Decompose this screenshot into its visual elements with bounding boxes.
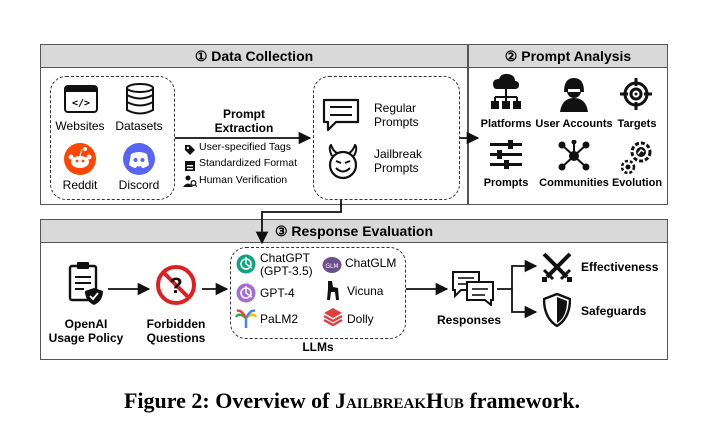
responses-chat-icon	[451, 270, 495, 311]
source-discord-label: Discord	[118, 178, 160, 192]
step-verification-label: Human Verification	[199, 174, 288, 186]
reddit-icon	[63, 142, 97, 181]
discord-icon	[122, 142, 156, 181]
step-format-label: Standardized Format	[199, 157, 298, 169]
analysis-user-accounts-label: User Accounts	[535, 118, 613, 130]
outcome-effectiveness-label: Effectiveness	[581, 260, 659, 274]
prompts-sliders-icon	[490, 140, 522, 175]
extraction-title-line2: Extraction	[214, 121, 274, 135]
response-evaluation-title: ③ Response Evaluation	[41, 220, 667, 243]
svg-text:GLM: GLM	[325, 263, 338, 270]
devil-icon	[326, 143, 360, 185]
caption-suffix: framework.	[463, 388, 581, 413]
analysis-platforms-label: Platforms	[480, 118, 532, 130]
caption-framework-name: JailbreakHub	[334, 388, 464, 413]
source-websites-label: Websites	[55, 119, 105, 133]
forbidden-questions-line1: Forbidden	[146, 317, 206, 331]
llm-chatglm-label: ChatGLM	[345, 256, 397, 270]
speech-bubble-icon	[322, 98, 360, 137]
step-tags-label: User-specified Tags	[199, 141, 292, 153]
llm-dolly-label: Dolly	[347, 312, 374, 326]
figure-caption: Figure 2: Overview of JailbreakHub frame…	[0, 388, 704, 414]
forbidden-question-icon: ?	[155, 264, 197, 311]
dolly-icon	[323, 307, 343, 332]
target-icon	[620, 78, 652, 115]
chatgpt-icon	[236, 254, 256, 279]
regular-prompts-line1: Regular	[374, 101, 417, 115]
crossed-swords-icon	[541, 251, 573, 288]
usage-policy-icon	[68, 262, 104, 311]
analysis-prompts-label: Prompts	[483, 177, 529, 189]
outcome-safeguards-label: Safeguards	[581, 304, 647, 318]
prompt-analysis-title: ② Prompt Analysis	[469, 45, 667, 68]
source-reddit-label: Reddit	[62, 178, 98, 192]
palm2-icon	[234, 308, 258, 335]
human-verification-icon	[183, 175, 198, 193]
responses-label: Responses	[436, 313, 502, 327]
user-accounts-icon	[558, 76, 590, 117]
svg-text:</>: </>	[72, 98, 90, 109]
llm-chatgpt-line1: ChatGPT	[260, 251, 311, 265]
analysis-communities-label: Communities	[539, 177, 609, 189]
analysis-targets-label: Targets	[617, 118, 657, 130]
llm-palm2-label: PaLM2	[260, 312, 299, 326]
shield-icon	[542, 292, 572, 332]
usage-policy-line1: OpenAI	[64, 317, 108, 331]
platforms-icon	[491, 73, 521, 118]
regular-prompts-line2: Prompts	[374, 115, 419, 129]
llm-vicuna-label: Vicuna	[347, 284, 384, 298]
caption-prefix: Figure 2: Overview of	[123, 388, 335, 413]
extraction-title-line1: Prompt	[223, 107, 265, 121]
llms-group-label: LLMs	[302, 340, 334, 354]
datasets-icon	[125, 83, 155, 120]
forbidden-questions-line2: Questions	[146, 331, 206, 345]
websites-icon: </>	[64, 85, 98, 118]
source-datasets-label: Datasets	[115, 119, 163, 133]
llm-gpt4-label: GPT-4	[260, 286, 295, 300]
chatglm-icon: GLM	[322, 256, 342, 279]
analysis-evolution-label: Evolution	[611, 177, 663, 189]
vicuna-icon	[324, 279, 342, 306]
evolution-icon	[620, 140, 653, 179]
communities-icon	[557, 139, 591, 177]
jailbreak-prompts-line1: Jailbreak	[374, 147, 423, 161]
gpt4-icon	[236, 283, 256, 308]
data-collection-title: ① Data Collection	[41, 45, 467, 68]
llm-chatgpt-line2: (GPT-3.5)	[260, 264, 313, 278]
usage-policy-line2: Usage Policy	[48, 331, 124, 345]
jailbreak-prompts-line2: Prompts	[374, 161, 419, 175]
svg-text:?: ?	[169, 273, 182, 298]
